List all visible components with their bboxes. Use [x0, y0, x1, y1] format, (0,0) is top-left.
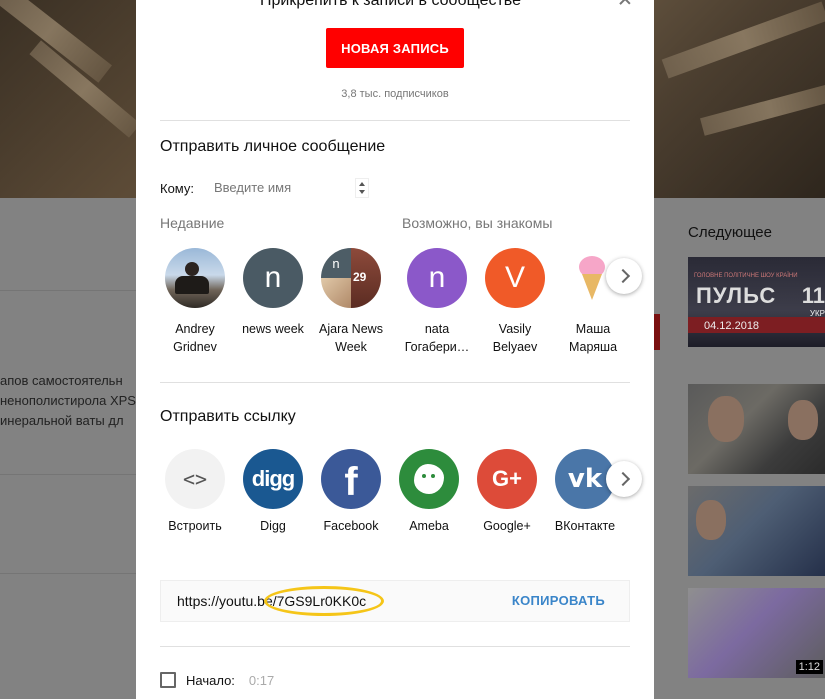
avatar: n [243, 248, 303, 308]
code-icon: <> [165, 449, 225, 509]
video-thumbnail[interactable]: 1:12 [688, 588, 825, 678]
start-time-value[interactable]: 0:17 [249, 673, 274, 688]
divider [0, 573, 136, 574]
start-time-row: Начало: 0:17 [160, 672, 274, 688]
up-next-title: Следующее [688, 224, 772, 241]
share-link-box[interactable]: https://youtu.be/7GS9Lr0KK0c КОПИРОВАТЬ [160, 580, 630, 622]
share-label: Google+ [483, 519, 531, 533]
description-line: инеральной ваты дл [0, 413, 124, 428]
recipient-input[interactable] [214, 180, 354, 195]
share-embed[interactable]: <> Встроить [156, 449, 234, 533]
thumbnail-person [696, 500, 726, 540]
divider [160, 120, 630, 121]
facebook-icon: f [321, 449, 381, 509]
contact-name: Ajara News Week [319, 322, 383, 354]
ameba-icon [399, 449, 459, 509]
start-time-label: Начало: [186, 672, 235, 688]
contacts-next-button[interactable] [606, 258, 642, 294]
video-duration: 1:12 [795, 660, 823, 674]
video-thumbnail[interactable]: ГОЛОВНЕ ПОЛІТИЧНЕ ШОУ КРАЇНИ ПУЛЬС 11 УК… [688, 257, 825, 347]
contact-name: news week [242, 322, 304, 336]
divider [160, 646, 630, 647]
share-label: Facebook [323, 519, 379, 533]
avatar-initial: n [321, 248, 351, 278]
thumbnail-channel-number: 11 [801, 283, 825, 308]
contact-item[interactable]: V Vasily Belyaev [477, 248, 553, 356]
thumbnail-person [788, 400, 818, 440]
thumbnail-caption: ГОЛОВНЕ ПОЛІТИЧНЕ ШОУ КРАЇНИ [694, 273, 798, 279]
suggested-label: Возможно, вы знакомы [402, 215, 553, 231]
divider [0, 290, 136, 291]
chevron-up-icon[interactable] [359, 182, 365, 186]
close-icon[interactable] [616, 0, 634, 8]
subscriber-count: 3,8 тыс. подписчиков [341, 88, 449, 100]
contact-item[interactable]: Andrey Gridnev [157, 248, 233, 356]
recipient-stepper[interactable] [355, 178, 369, 198]
share-label: Ameba [409, 519, 449, 533]
avatar: V [485, 248, 545, 308]
contact-item[interactable]: n 29 Ajara News Week [313, 248, 389, 356]
share-google-plus[interactable]: G+ Google+ [468, 449, 546, 533]
dialog-title: Прикрепить к записи в сообществе [260, 0, 522, 9]
contact-name: Andrey Gridnev [173, 322, 217, 354]
video-thumbnail[interactable] [688, 384, 825, 474]
divider [0, 474, 136, 475]
google-plus-icon: G+ [477, 449, 537, 509]
contact-item[interactable]: n news week [235, 248, 311, 338]
share-label: ВКонтакте [554, 519, 616, 533]
share-facebook[interactable]: f Facebook [312, 449, 390, 533]
share-label: Встроить [168, 519, 222, 533]
chevron-down-icon[interactable] [359, 190, 365, 194]
share-dialog: Прикрепить к записи в сообществе НОВАЯ З… [136, 0, 654, 699]
thumbnail-title: ПУЛЬС [696, 283, 777, 308]
contact-name: Vasily Belyaev [492, 322, 538, 354]
share-next-button[interactable] [606, 461, 642, 497]
recipient-label: Кому: [160, 181, 194, 196]
avatar-person [185, 262, 199, 276]
share-url[interactable]: https://youtu.be/7GS9Lr0KK0c [177, 593, 366, 609]
thumbnail-date: 04.12.2018 [704, 320, 760, 332]
thumbnail-person [708, 396, 744, 442]
section-title-link: Отправить ссылку [160, 408, 296, 425]
avatar [165, 248, 225, 308]
copy-button[interactable]: КОПИРОВАТЬ [512, 593, 605, 608]
new-post-button[interactable]: НОВАЯ ЗАПИСЬ [326, 28, 464, 68]
video-frame-detail [700, 82, 825, 136]
description-line: апов самостоятельн [0, 373, 123, 388]
avatar-person [175, 276, 209, 294]
divider [160, 382, 630, 383]
section-title-message: Отправить личное сообщение [160, 138, 386, 155]
contact-name: nata Гогабери… [404, 322, 470, 354]
contact-item[interactable]: n nata Гогабери… [399, 248, 475, 356]
avatar: n 29 [321, 248, 381, 308]
video-thumbnail[interactable] [688, 486, 825, 576]
video-frame-detail [661, 1, 825, 79]
share-label: Digg [260, 519, 286, 533]
avatar-tile [321, 278, 351, 308]
share-digg[interactable]: digg Digg [234, 449, 312, 533]
avatar-badge: 29 [353, 270, 367, 284]
description-line: ненополистирола XPS [0, 393, 136, 408]
start-time-checkbox[interactable] [160, 672, 176, 688]
share-ameba[interactable]: Ameba [390, 449, 468, 533]
contact-name: Маша Маряша [568, 322, 618, 354]
avatar: n [407, 248, 467, 308]
digg-icon: digg [243, 449, 303, 509]
ice-cream-icon [582, 274, 602, 300]
ameba-icon-shape [414, 464, 444, 494]
recent-label: Недавние [160, 215, 225, 231]
